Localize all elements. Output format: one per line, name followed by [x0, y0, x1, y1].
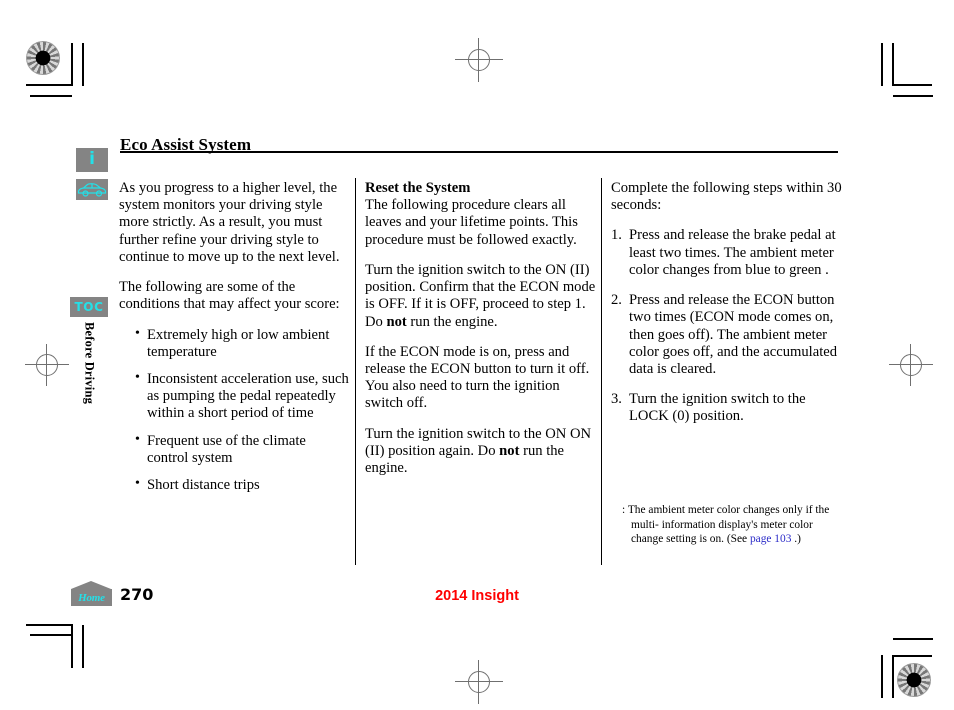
crop-mark-bottom-right-horizontal	[892, 655, 932, 657]
information-icon: i	[76, 148, 108, 172]
crop-mark-bottom-left-vertical	[71, 625, 73, 668]
crop-mark-top-right-vertical	[881, 43, 883, 86]
section-tab: Before Driving	[78, 322, 100, 432]
list-item: Press and release the brake pedal at lea…	[611, 227, 836, 278]
reset-steps-list: Press and release the brake pedal at lea…	[611, 227, 845, 425]
section-heading: Reset the System	[365, 180, 597, 197]
info-icon-glyph: i	[89, 148, 95, 169]
crop-mark-top-left-inner-horizontal	[30, 95, 72, 97]
crop-mark-bottom-right-inner-vertical	[892, 655, 894, 698]
emphasis: not	[386, 313, 407, 330]
crop-mark-bottom-left-inner-horizontal	[30, 634, 72, 636]
footnote-body-end: .)	[791, 533, 801, 546]
title-divider	[120, 151, 838, 153]
crop-mark-top-left-vertical	[71, 43, 73, 86]
car-side-view-icon	[77, 183, 107, 197]
vehicle-icon	[76, 179, 108, 200]
crop-mark-bottom-right-vertical	[881, 655, 883, 698]
crop-mark-bottom-left-horizontal	[26, 624, 73, 626]
list-item: Short distance trips	[135, 476, 350, 494]
paragraph: As you progress to a higher level, the s…	[119, 180, 340, 265]
text-column-right: Complete the following steps within 30 s…	[611, 180, 845, 439]
text-column-middle: Reset the System The following procedure…	[365, 180, 597, 490]
crop-mark-bottom-right-inner-horizontal	[893, 638, 933, 640]
registration-crosshair-left	[25, 344, 69, 386]
footnote-marker: :	[622, 504, 626, 516]
page-reference-link[interactable]: page 103	[750, 533, 791, 545]
crop-mark-bottom-left-inner-vertical	[82, 625, 84, 668]
paragraph: Turn the ignition switch to the ON (II) …	[365, 262, 597, 331]
paragraph: The following procedure clears all leave…	[365, 197, 578, 248]
emphasis: not	[499, 442, 520, 459]
list-item: Extremely high or low ambient temperatur…	[135, 326, 350, 361]
footnote: : The ambient meter color changes only i…	[622, 503, 842, 547]
registration-target-top-left	[26, 41, 60, 75]
model-year-label: 2014 Insight	[435, 588, 519, 604]
section-tab-label: Before Driving	[82, 322, 97, 405]
crop-mark-top-right-inner-horizontal	[893, 95, 933, 97]
registration-crosshair-right	[889, 344, 933, 386]
column-divider-left	[355, 178, 356, 565]
manual-page: Eco Assist System i TOC Before Driving A…	[0, 0, 954, 710]
paragraph-text: run the engine.	[406, 313, 498, 330]
crop-mark-top-left-horizontal	[26, 84, 73, 86]
footnote-text: : The ambient meter color changes only i…	[622, 503, 842, 547]
toc-button[interactable]: TOC	[70, 297, 108, 317]
conditions-list: Extremely high or low ambient temperatur…	[119, 326, 350, 495]
text-column-left: As you progress to a higher level, the s…	[119, 180, 350, 504]
toc-label: TOC	[74, 300, 104, 314]
list-item: Frequent use of the climate control syst…	[135, 432, 350, 467]
list-item: Turn the ignition switch to the LOCK (0)…	[611, 391, 806, 425]
registration-target-bottom-right	[897, 663, 931, 697]
registration-crosshair-top	[455, 38, 503, 82]
paragraph: Complete the following steps within 30 s…	[611, 180, 842, 214]
paragraph: If the ECON mode is on, press and releas…	[365, 343, 590, 412]
column-divider-right	[601, 178, 602, 565]
paragraph: The following are some of the conditions…	[119, 279, 340, 313]
list-item: Inconsistent acceleration use, such as p…	[135, 370, 350, 423]
crop-mark-top-right-inner-vertical	[892, 43, 894, 86]
crop-mark-top-right-horizontal	[892, 84, 932, 86]
section-heading-label: Reset the System	[365, 180, 471, 196]
registration-crosshair-bottom	[455, 660, 503, 704]
paragraph: Turn the ignition switch to the ON ON (I…	[365, 426, 597, 478]
crop-mark-top-left-inner-vertical	[82, 43, 84, 86]
list-item: Press and release the ECON button two ti…	[611, 292, 838, 377]
